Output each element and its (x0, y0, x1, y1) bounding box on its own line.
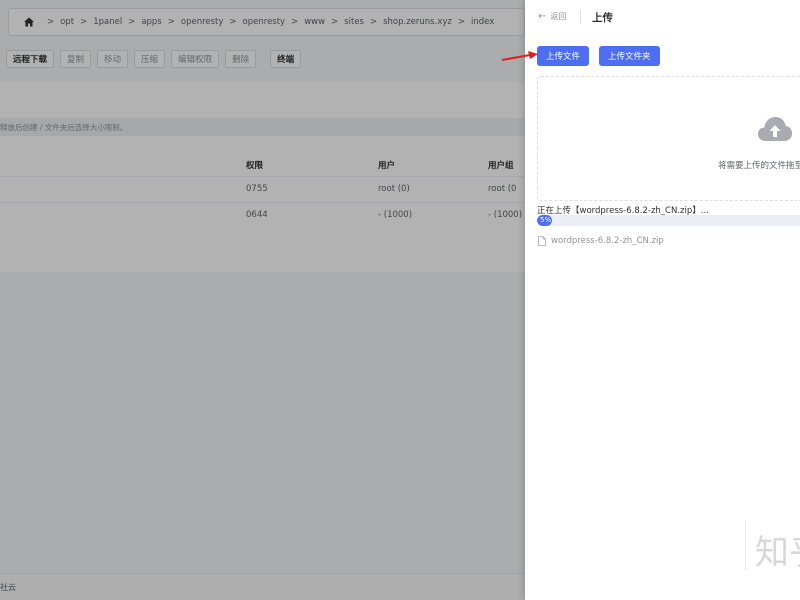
drawer-header: ← 返回 上传 (525, 0, 800, 34)
watermark: 知乎 (755, 533, 800, 573)
back-arrow-icon: ← (538, 11, 547, 22)
modal-overlay[interactable] (0, 0, 525, 600)
header-divider (580, 10, 581, 24)
upload-dropzone[interactable]: 将需要上传的文件拖至 (537, 76, 800, 201)
upload-progress-bar: 5% (537, 215, 800, 226)
file-icon (538, 236, 546, 246)
upload-file-item: wordpress-6.8.2-zh_CN.zip (538, 236, 664, 246)
back-label: 返回 (550, 12, 567, 21)
drawer-title: 上传 (592, 12, 613, 24)
upload-folder-button[interactable]: 上传文件夹 (599, 46, 660, 66)
back-button[interactable]: ← 返回 (538, 11, 566, 22)
upload-file-button[interactable]: 上传文件 (537, 46, 590, 66)
upload-drawer: ← 返回 上传 上传文件 上传文件夹 将需要上传的文件拖至 正在上传【wordp… (525, 0, 800, 600)
annotation-arrow-icon (501, 51, 538, 61)
progress-label: 5% (540, 216, 552, 224)
file-name: wordpress-6.8.2-zh_CN.zip (551, 236, 664, 246)
cloud-upload-icon (758, 117, 792, 141)
dropzone-text: 将需要上传的文件拖至 (718, 161, 800, 171)
